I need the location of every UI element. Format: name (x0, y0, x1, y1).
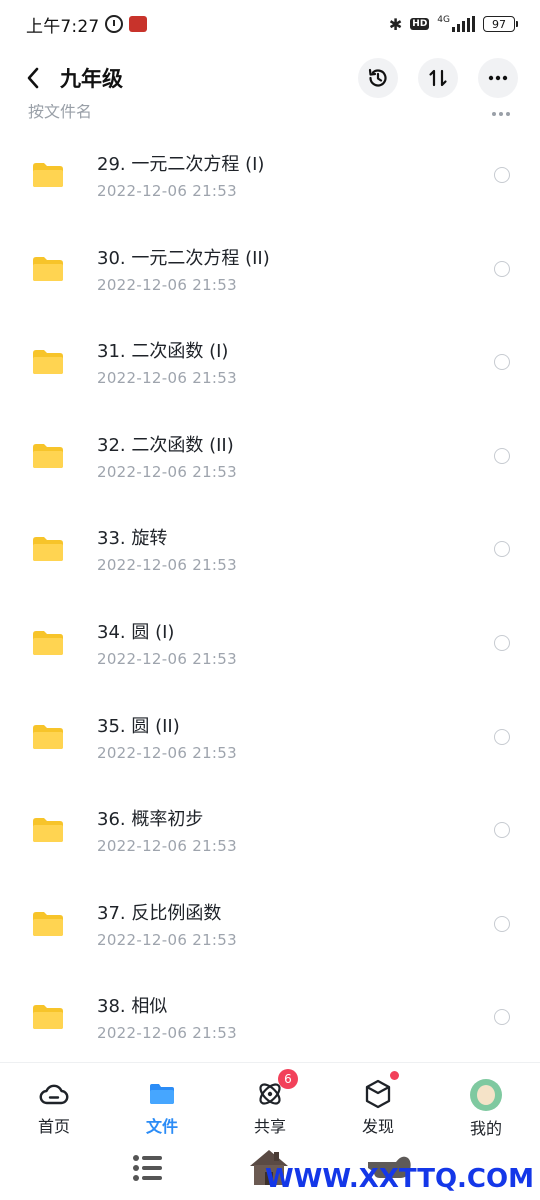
file-date: 2022-12-06 21:53 (97, 182, 237, 200)
folder-icon (33, 443, 63, 468)
select-radio[interactable] (494, 354, 510, 371)
cube-discover-icon (363, 1079, 393, 1109)
file-name: 30. 一元二次方程 (II) (97, 247, 270, 269)
sort-button[interactable] (418, 58, 458, 98)
file-name: 38. 相似 (97, 996, 168, 1018)
file-list: 29. 一元二次方程 (I) 2022-12-06 21:53 30. 一元二次方程… (0, 128, 540, 1064)
header-actions (358, 58, 518, 98)
file-date: 2022-12-06 21:53 (97, 462, 237, 481)
file-list-item[interactable]: 37. 反比例函数 2022-12-06 21:53 (0, 877, 540, 971)
chevron-left-icon (27, 67, 39, 89)
nav-share-label: 共享 (253, 1117, 286, 1136)
file-list-item[interactable]: 32. 二次函数 (II) 2022-12-06 21:53 (0, 409, 540, 503)
nav-discover[interactable]: 发现 (324, 1063, 432, 1142)
select-radio[interactable] (494, 541, 510, 558)
file-name: 31. 二次函数 (I) (97, 341, 229, 363)
share-count-badge: 6 (278, 1069, 298, 1089)
alarm-icon (105, 15, 124, 33)
folder-icon (33, 163, 63, 187)
folder-icon (33, 630, 63, 655)
select-radio[interactable] (494, 728, 510, 745)
file-list-item[interactable]: 35. 圆 (II) 2022-12-06 21:53 (0, 690, 540, 784)
file-date: 2022-12-06 21:53 (97, 649, 237, 668)
back-button[interactable] (20, 58, 46, 98)
file-name: 35. 圆 (II) (97, 715, 180, 737)
more-horizontal-icon (488, 75, 508, 81)
file-list-item[interactable]: 34. 圆 (I) 2022-12-06 21:53 (0, 596, 540, 690)
folder-icon (33, 350, 63, 375)
network-indicator: 4G (437, 16, 475, 32)
file-list-item[interactable]: 38. 相似 2022-12-06 21:53 (0, 970, 540, 1064)
file-name: 37. 反比例函数 (97, 902, 222, 924)
status-left: 上午7:27 (26, 12, 148, 37)
nav-home[interactable]: 首页 (0, 1063, 108, 1142)
battery-icon: 97 (483, 16, 518, 32)
select-radio[interactable] (494, 634, 510, 651)
status-bar: 上午7:27 ✱ HD 4G 97 (0, 0, 540, 48)
file-list-item[interactable]: 31. 二次函数 (I) 2022-12-06 21:53 (0, 315, 540, 409)
folder-icon (147, 1079, 177, 1109)
watermark-text: WWW.XXTTQ.COM (265, 1164, 534, 1194)
history-button[interactable] (358, 58, 398, 98)
network-label: 4G (437, 15, 450, 25)
file-list-item[interactable]: 29. 一元二次方程 (I) 2022-12-06 21:53 (0, 128, 540, 222)
header-bar: 九年级 (0, 52, 540, 104)
file-date: 2022-12-06 21:53 (97, 275, 237, 294)
nav-home-label: 首页 (37, 1117, 70, 1136)
system-nav-bar: WWW.XXTTQ.COM (0, 1142, 540, 1200)
folder-icon (33, 724, 63, 749)
folder-icon (33, 818, 63, 843)
file-list-item[interactable]: 30. 一元二次方程 (II) 2022-12-06 21:53 (0, 222, 540, 316)
sort-arrows-icon (429, 69, 447, 87)
battery-level: 97 (483, 16, 515, 32)
nav-discover-label: 发现 (361, 1117, 394, 1136)
file-name: 34. 圆 (I) (97, 621, 175, 643)
select-radio[interactable] (494, 822, 510, 839)
file-date: 2022-12-06 21:53 (97, 1024, 237, 1043)
avatar (470, 1079, 502, 1111)
select-radio[interactable] (494, 915, 510, 932)
more-button[interactable] (478, 58, 518, 98)
select-radio[interactable] (494, 167, 510, 183)
menu-list-icon[interactable] (130, 1150, 166, 1186)
folder-icon (33, 256, 63, 281)
file-date: 2022-12-06 21:53 (97, 369, 237, 388)
file-date: 2022-12-06 21:53 (97, 930, 237, 949)
nav-files[interactable]: 文件 (108, 1063, 216, 1142)
cloud-home-icon (39, 1079, 69, 1109)
hd-badge: HD (410, 18, 430, 30)
page-title: 九年级 (60, 67, 123, 91)
file-name: 36. 概率初步 (97, 809, 204, 831)
folder-icon (33, 1005, 63, 1030)
sort-row: 按文件名 (0, 104, 540, 124)
file-date: 2022-12-06 21:53 (97, 556, 237, 575)
file-date: 2022-12-06 21:53 (97, 837, 237, 856)
sort-label[interactable]: 按文件名 (28, 104, 92, 122)
bluetooth-icon: ✱ (388, 14, 403, 34)
nav-me[interactable]: 我的 (432, 1063, 540, 1142)
file-list-item[interactable]: 33. 旋转 2022-12-06 21:53 (0, 502, 540, 596)
file-date: 2022-12-06 21:53 (97, 743, 237, 762)
discover-notification-dot (390, 1071, 399, 1080)
file-name: 33. 旋转 (97, 528, 168, 550)
app-notification-icon (129, 16, 148, 32)
nav-me-label: 我的 (469, 1119, 502, 1138)
select-radio[interactable] (494, 260, 510, 277)
nav-files-label: 文件 (145, 1117, 178, 1136)
file-name: 29. 一元二次方程 (I) (97, 154, 265, 175)
bottom-nav: 首页 文件 共享 6 发现 我的 (0, 1062, 540, 1142)
status-right: ✱ HD 4G 97 (389, 15, 518, 34)
file-list-item[interactable]: 36. 概率初步 2022-12-06 21:53 (0, 783, 540, 877)
view-options-icon[interactable] (492, 112, 510, 116)
select-radio[interactable] (494, 447, 510, 464)
folder-icon (33, 537, 63, 562)
folder-icon (33, 911, 63, 936)
status-time: 上午7:27 (26, 16, 100, 37)
signal-icon (452, 16, 475, 32)
file-name: 32. 二次函数 (II) (97, 434, 234, 456)
nav-share[interactable]: 共享 6 (216, 1063, 324, 1142)
history-icon (368, 68, 387, 87)
select-radio[interactable] (494, 1009, 510, 1026)
